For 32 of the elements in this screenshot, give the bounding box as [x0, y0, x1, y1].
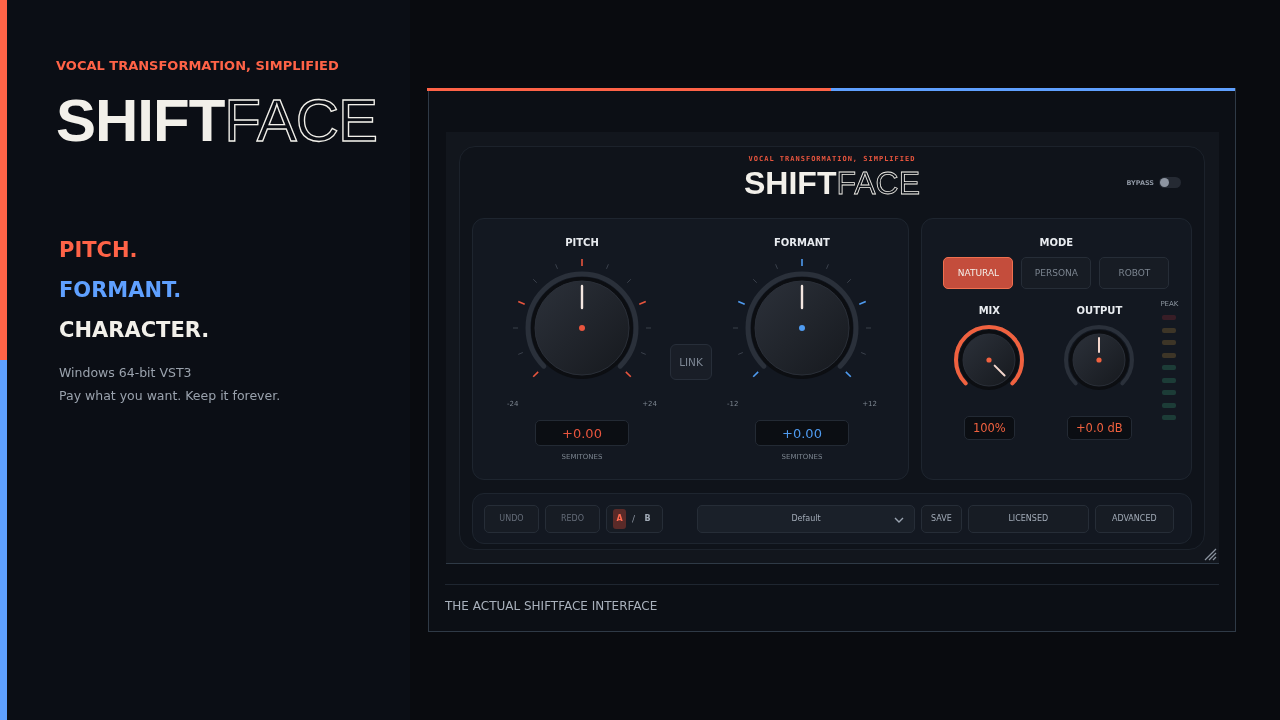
- logo: SHIFTFACE: [744, 167, 920, 199]
- tagline: VOCAL TRANSFORMATION, SIMPLIFIED: [56, 58, 340, 73]
- value-display[interactable]: 100%: [963, 416, 1015, 440]
- link-button[interactable]: LINK: [670, 344, 712, 380]
- resize-grip-icon[interactable]: [1203, 548, 1217, 561]
- preset-dropdown[interactable]: Default: [697, 504, 916, 533]
- advanced-button[interactable]: ADVANCED: [1094, 504, 1174, 533]
- knob-label: MIX: [978, 305, 1001, 316]
- mode-button[interactable]: NATURAL: [943, 257, 1014, 289]
- value-display[interactable]: +0.00: [755, 420, 849, 446]
- license-button[interactable]: LICENSED: [967, 504, 1089, 533]
- mode-button[interactable]: PERSONA: [1021, 257, 1092, 289]
- knob-label: OUTPUT: [1076, 305, 1123, 316]
- logo: SHIFTFACE: [56, 91, 378, 151]
- value-display[interactable]: +0.0 dB: [1067, 416, 1132, 440]
- bypass-toggle[interactable]: [1159, 177, 1181, 188]
- mode-label: MODE: [1039, 237, 1074, 248]
- feature-heading: CHARACTER.: [59, 317, 211, 343]
- platform-text: Windows 64-bit VST3: [59, 365, 193, 381]
- feature-heading: FORMANT.: [59, 277, 183, 303]
- feature-heading: PITCH.: [59, 237, 139, 263]
- ab-button[interactable]: B: [641, 508, 655, 529]
- knob-label: PITCH: [565, 237, 599, 248]
- caption: THE ACTUAL SHIFTFACE INTERFACE: [445, 584, 1219, 613]
- mode-button[interactable]: ROBOT: [1099, 257, 1170, 289]
- chevron-down-icon: [894, 516, 905, 523]
- knob-label: FORMANT: [774, 237, 830, 248]
- value-display[interactable]: +0.00: [535, 420, 629, 446]
- ab-button[interactable]: A: [613, 508, 626, 529]
- save-button[interactable]: SAVE: [921, 504, 962, 533]
- pricing-text: Pay what you want. Keep it forever.: [59, 388, 282, 404]
- separator: /: [632, 513, 636, 524]
